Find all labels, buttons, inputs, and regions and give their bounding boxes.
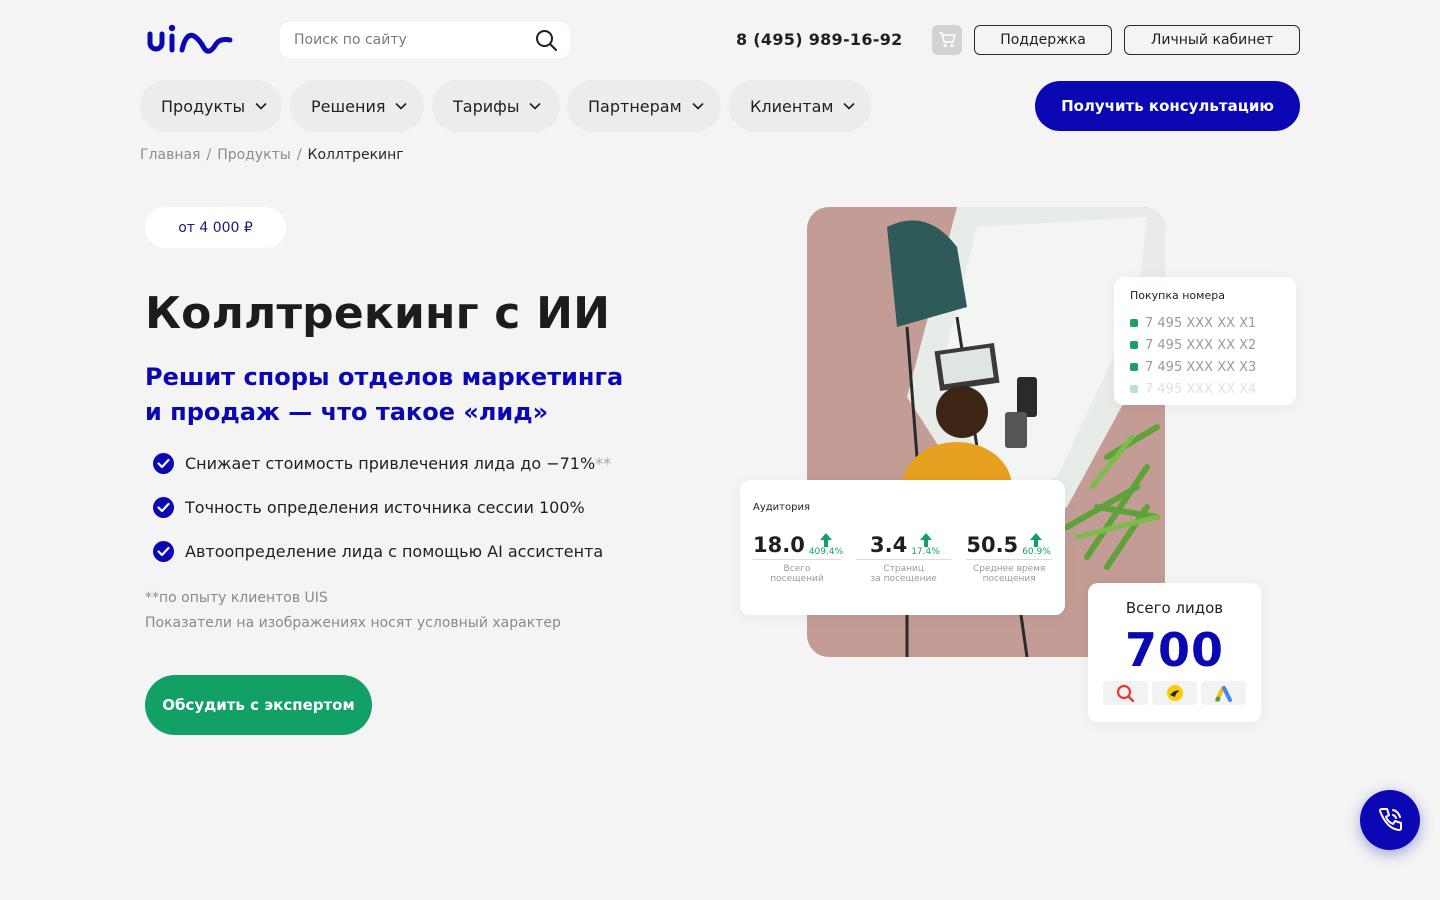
breadcrumb-current: Коллтрекинг <box>307 147 404 163</box>
search-icon[interactable] <box>534 28 558 52</box>
phone-call-icon <box>1379 808 1402 831</box>
benefit-text: Автоопределение лида с помощью AI ассист… <box>185 542 604 561</box>
nav-label: Тарифы <box>453 96 520 116</box>
chevron-down-icon <box>395 102 408 110</box>
phone-number[interactable]: 8 (495) 989-16-92 <box>736 30 903 49</box>
support-button[interactable]: Поддержка <box>974 25 1112 55</box>
disclaimer: Показатели на изображениях носят условны… <box>145 615 561 631</box>
breadcrumb-products[interactable]: Продукты <box>217 147 291 163</box>
nav-clients[interactable]: Клиентам <box>729 80 871 132</box>
phone-number-item: 7 495 XXX XX X4 <box>1130 378 1280 400</box>
nav-solutions[interactable]: Решения <box>290 80 424 132</box>
arrow-up-icon <box>919 533 932 547</box>
chevron-down-icon <box>255 102 267 110</box>
phone-number-item: 7 495 XXX XX X3 <box>1130 356 1280 378</box>
buy-number-card: Покупка номера 7 495 XXX XX X1 7 495 XXX… <box>1114 277 1296 405</box>
nav-products[interactable]: Продукты <box>140 80 282 132</box>
hero-subtitle-line: Решит споры отделов маркетинга <box>145 363 624 391</box>
price-badge: от 4 000 ₽ <box>145 207 286 248</box>
page-title: Коллтрекинг с ИИ <box>145 288 611 339</box>
card-title: Аудитория <box>753 502 810 513</box>
leads-count: 700 <box>1124 623 1225 677</box>
breadcrumb: Главная / Продукты / Коллтрекинг <box>140 147 404 163</box>
nav-partners[interactable]: Партнерам <box>567 80 721 132</box>
metric-value: 18.0 <box>753 533 805 557</box>
nav-tariffs[interactable]: Тарифы <box>432 80 560 132</box>
get-consultation-button[interactable]: Получить консультацию <box>1035 81 1300 131</box>
metric-duration: 50.5 60.9% Среднее время посещения <box>966 533 1052 584</box>
chevron-down-icon <box>843 102 856 110</box>
search-input[interactable]: Поиск по сайту <box>294 32 407 48</box>
nav-label: Партнерам <box>588 96 682 116</box>
check-circle-icon <box>153 541 174 562</box>
benefit-item: Снижает стоимость привлечения лида до −7… <box>153 453 611 474</box>
metric-value: 50.5 <box>966 533 1019 557</box>
phone-number-item: 7 495 XXX XX X1 <box>1130 312 1280 334</box>
metric-change: 409.4% <box>808 547 844 557</box>
hero-subtitle: Решит споры отделов маркетинга и продаж … <box>145 360 665 430</box>
phone-number-item: 7 495 XXX XX X2 <box>1130 334 1280 356</box>
cabinet-button[interactable]: Личный кабинет <box>1124 25 1300 55</box>
cart-button[interactable] <box>932 25 962 55</box>
benefit-item: Автоопределение лида с помощью AI ассист… <box>153 541 603 562</box>
discuss-with-expert-button[interactable]: Обсудить с экспертом <box>145 675 372 735</box>
breadcrumb-separator: / <box>206 147 212 163</box>
arrow-up-icon <box>819 533 832 547</box>
check-circle-icon <box>153 497 174 518</box>
arrow-up-icon <box>1030 533 1043 547</box>
total-leads-card: Всего лидов 700 <box>1088 583 1261 722</box>
benefit-item: Точность определения источника сессии 10… <box>153 497 585 518</box>
audience-card: Аудитория 18.0 409.4% Всего посещений 3.4… <box>740 480 1065 615</box>
card-title: Покупка номера <box>1130 289 1225 302</box>
hero-subtitle-line: и продаж — что такое «лид» <box>145 398 549 426</box>
footnote-mark: ** <box>595 454 612 473</box>
check-circle-icon <box>153 453 174 474</box>
callback-button[interactable] <box>1360 790 1420 850</box>
yandex-search-icon <box>1103 681 1148 705</box>
nav-label: Продукты <box>161 96 246 116</box>
yandex-direct-icon <box>1152 681 1197 705</box>
metric-visits: 18.0 409.4% Всего посещений <box>753 533 844 584</box>
chevron-down-icon <box>529 102 542 110</box>
card-title: Всего лидов <box>1125 599 1224 617</box>
nav-label: Решения <box>311 96 386 116</box>
footnote: **по опыту клиентов UIS <box>145 590 328 606</box>
uis-logo[interactable] <box>146 24 234 58</box>
metric-change: 17.4% <box>911 547 940 557</box>
chevron-down-icon <box>692 102 704 110</box>
search-box[interactable]: Поиск по сайту <box>280 22 570 58</box>
metric-value: 3.4 <box>870 533 908 557</box>
metric-change: 60.9% <box>1022 547 1051 557</box>
metric-pages: 3.4 17.4% Страниц за посещение <box>856 533 952 584</box>
breadcrumb-home[interactable]: Главная <box>140 147 200 163</box>
nav-label: Клиентам <box>750 96 834 116</box>
cart-icon <box>939 32 956 47</box>
google-ads-icon <box>1201 681 1246 705</box>
benefit-text: Точность определения источника сессии 10… <box>185 498 585 517</box>
benefit-text: Снижает стоимость привлечения лида до −7… <box>185 454 596 473</box>
breadcrumb-separator: / <box>296 147 302 163</box>
